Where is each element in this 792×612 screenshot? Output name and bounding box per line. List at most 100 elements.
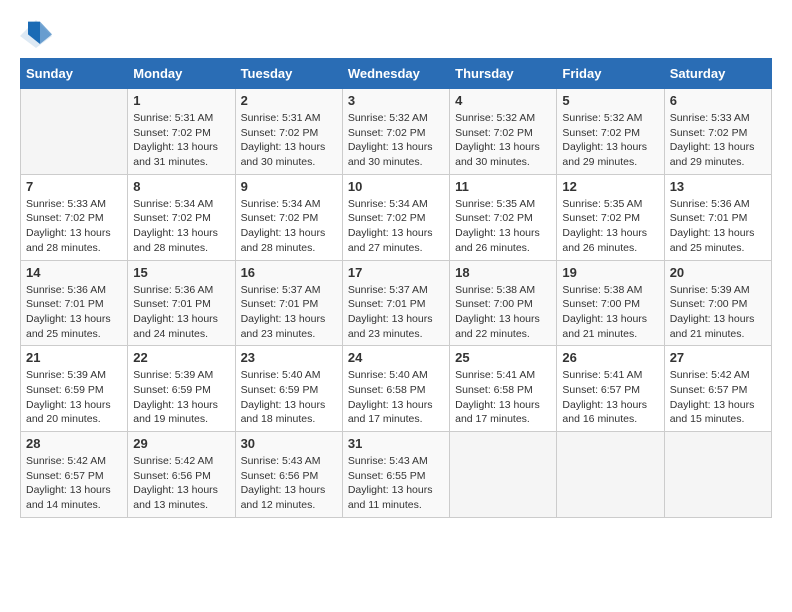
cell-content: Sunrise: 5:42 AM Sunset: 6:57 PM Dayligh…: [670, 368, 766, 427]
cell-content: Sunrise: 5:39 AM Sunset: 6:59 PM Dayligh…: [26, 368, 122, 427]
logo-icon: [20, 20, 52, 48]
calendar-cell: 15 Sunrise: 5:36 AM Sunset: 7:01 PM Dayli…: [128, 260, 235, 346]
logo: [20, 20, 58, 48]
day-number: 1: [133, 93, 229, 108]
calendar-cell: 28 Sunrise: 5:42 AM Sunset: 6:57 PM Dayli…: [21, 432, 128, 518]
calendar-cell: 3 Sunrise: 5:32 AM Sunset: 7:02 PM Daylig…: [342, 89, 449, 175]
calendar-cell: 7Sunrise: 5:33 AM Sunset: 7:02 PM Daylig…: [21, 174, 128, 260]
calendar-cell: 25 Sunrise: 5:41 AM Sunset: 6:58 PM Dayli…: [450, 346, 557, 432]
calendar-cell: 26 Sunrise: 5:41 AM Sunset: 6:57 PM Dayli…: [557, 346, 664, 432]
day-number: 26: [562, 350, 658, 365]
cell-content: Sunrise: 5:32 AM Sunset: 7:02 PM Dayligh…: [455, 111, 551, 170]
day-number: 6: [670, 93, 766, 108]
cell-content: Sunrise: 5:34 AM Sunset: 7:02 PM Dayligh…: [133, 197, 229, 256]
weekday-header-wednesday: Wednesday: [342, 59, 449, 89]
cell-content: Sunrise: 5:41 AM Sunset: 6:57 PM Dayligh…: [562, 368, 658, 427]
calendar-cell: [450, 432, 557, 518]
cell-content: Sunrise: 5:37 AM Sunset: 7:01 PM Dayligh…: [348, 283, 444, 342]
calendar-cell: 12 Sunrise: 5:35 AM Sunset: 7:02 PM Dayli…: [557, 174, 664, 260]
calendar-cell: 1Sunrise: 5:31 AM Sunset: 7:02 PM Daylig…: [128, 89, 235, 175]
day-number: 4: [455, 93, 551, 108]
calendar-week-row: 1 Sunrise: 5:31 AM Sunset: 7:02 PM Daylig…: [21, 89, 772, 175]
calendar-cell: [557, 432, 664, 518]
calendar-body: 1 Sunrise: 5:31 AM Sunset: 7:02 PM Daylig…: [21, 89, 772, 518]
cell-content: Sunrise: 5:38 AM Sunset: 7:00 PM Dayligh…: [562, 283, 658, 342]
cell-content: Sunrise: 5:35 AM Sunset: 7:02 PM Dayligh…: [562, 197, 658, 256]
cell-content: Sunrise: 5:38 AM Sunset: 7:00 PM Dayligh…: [455, 283, 551, 342]
page-header: [20, 20, 772, 48]
cell-content: Sunrise: 5:36 AM Sunset: 7:01 PM Dayligh…: [133, 283, 229, 342]
calendar-cell: 29 Sunrise: 5:42 AM Sunset: 6:56 PM Dayli…: [128, 432, 235, 518]
weekday-header-sunday: Sunday: [21, 59, 128, 89]
weekday-header-monday: Monday: [128, 59, 235, 89]
day-number: 24: [348, 350, 444, 365]
calendar-cell: 19 Sunrise: 5:38 AM Sunset: 7:00 PM Dayli…: [557, 260, 664, 346]
calendar-cell: 23Sunrise: 5:40 AM Sunset: 6:59 PM Dayli…: [235, 346, 342, 432]
calendar-header: SundayMondayTuesdayWednesdayThursdayFrid…: [21, 59, 772, 89]
cell-content: Sunrise: 5:42 AM Sunset: 6:57 PM Dayligh…: [26, 454, 122, 513]
day-number: 22: [133, 350, 229, 365]
cell-content: Sunrise: 5:37 AM Sunset: 7:01 PM Dayligh…: [241, 283, 337, 342]
cell-content: Sunrise: 5:36 AM Sunset: 7:01 PM Dayligh…: [26, 283, 122, 342]
calendar-cell: 11 Sunrise: 5:35 AM Sunset: 7:02 PM Dayli…: [450, 174, 557, 260]
calendar-cell: 5 Sunrise: 5:32 AM Sunset: 7:02 PM Daylig…: [557, 89, 664, 175]
day-number: 20: [670, 265, 766, 280]
calendar-week-row: 7Sunrise: 5:33 AM Sunset: 7:02 PM Daylig…: [21, 174, 772, 260]
calendar-cell: 4 Sunrise: 5:32 AM Sunset: 7:02 PM Daylig…: [450, 89, 557, 175]
cell-content: Sunrise: 5:34 AM Sunset: 7:02 PM Dayligh…: [241, 197, 337, 256]
calendar-cell: [21, 89, 128, 175]
calendar-cell: 8 Sunrise: 5:34 AM Sunset: 7:02 PM Daylig…: [128, 174, 235, 260]
day-number: 13: [670, 179, 766, 194]
day-number: 25: [455, 350, 551, 365]
day-number: 3: [348, 93, 444, 108]
cell-content: Sunrise: 5:39 AM Sunset: 7:00 PM Dayligh…: [670, 283, 766, 342]
day-number: 29: [133, 436, 229, 451]
day-number: 19: [562, 265, 658, 280]
day-number: 28: [26, 436, 122, 451]
calendar-cell: 13 Sunrise: 5:36 AM Sunset: 7:01 PM Dayli…: [664, 174, 771, 260]
day-number: 12: [562, 179, 658, 194]
day-number: 2: [241, 93, 337, 108]
day-number: 5: [562, 93, 658, 108]
calendar-cell: [664, 432, 771, 518]
calendar-cell: 20 Sunrise: 5:39 AM Sunset: 7:00 PM Dayli…: [664, 260, 771, 346]
cell-content: Sunrise: 5:34 AM Sunset: 7:02 PM Dayligh…: [348, 197, 444, 256]
calendar-week-row: 28 Sunrise: 5:42 AM Sunset: 6:57 PM Dayli…: [21, 432, 772, 518]
day-number: 17: [348, 265, 444, 280]
day-number: 10: [348, 179, 444, 194]
calendar-week-row: 14Sunrise: 5:36 AM Sunset: 7:01 PM Dayli…: [21, 260, 772, 346]
calendar-cell: 24Sunrise: 5:40 AM Sunset: 6:58 PM Dayli…: [342, 346, 449, 432]
calendar-cell: 6 Sunrise: 5:33 AM Sunset: 7:02 PM Daylig…: [664, 89, 771, 175]
weekday-header-saturday: Saturday: [664, 59, 771, 89]
cell-content: Sunrise: 5:33 AM Sunset: 7:02 PM Dayligh…: [670, 111, 766, 170]
cell-content: Sunrise: 5:43 AM Sunset: 6:56 PM Dayligh…: [241, 454, 337, 513]
cell-content: Sunrise: 5:36 AM Sunset: 7:01 PM Dayligh…: [670, 197, 766, 256]
day-number: 7: [26, 179, 122, 194]
weekday-row: SundayMondayTuesdayWednesdayThursdayFrid…: [21, 59, 772, 89]
calendar-cell: 27 Sunrise: 5:42 AM Sunset: 6:57 PM Dayli…: [664, 346, 771, 432]
day-number: 16: [241, 265, 337, 280]
day-number: 8: [133, 179, 229, 194]
cell-content: Sunrise: 5:42 AM Sunset: 6:56 PM Dayligh…: [133, 454, 229, 513]
weekday-header-tuesday: Tuesday: [235, 59, 342, 89]
cell-content: Sunrise: 5:31 AM Sunset: 7:02 PM Dayligh…: [241, 111, 337, 170]
day-number: 9: [241, 179, 337, 194]
calendar-cell: 10 Sunrise: 5:34 AM Sunset: 7:02 PM Dayli…: [342, 174, 449, 260]
cell-content: Sunrise: 5:32 AM Sunset: 7:02 PM Dayligh…: [348, 111, 444, 170]
cell-content: Sunrise: 5:41 AM Sunset: 6:58 PM Dayligh…: [455, 368, 551, 427]
cell-content: Sunrise: 5:39 AM Sunset: 6:59 PM Dayligh…: [133, 368, 229, 427]
weekday-header-friday: Friday: [557, 59, 664, 89]
day-number: 18: [455, 265, 551, 280]
calendar-cell: 14Sunrise: 5:36 AM Sunset: 7:01 PM Dayli…: [21, 260, 128, 346]
cell-content: Sunrise: 5:43 AM Sunset: 6:55 PM Dayligh…: [348, 454, 444, 513]
cell-content: Sunrise: 5:35 AM Sunset: 7:02 PM Dayligh…: [455, 197, 551, 256]
calendar-table: SundayMondayTuesdayWednesdayThursdayFrid…: [20, 58, 772, 518]
day-number: 11: [455, 179, 551, 194]
day-number: 15: [133, 265, 229, 280]
day-number: 30: [241, 436, 337, 451]
calendar-cell: 17 Sunrise: 5:37 AM Sunset: 7:01 PM Dayli…: [342, 260, 449, 346]
cell-content: Sunrise: 5:32 AM Sunset: 7:02 PM Dayligh…: [562, 111, 658, 170]
calendar-cell: 22 Sunrise: 5:39 AM Sunset: 6:59 PM Dayli…: [128, 346, 235, 432]
calendar-cell: 31Sunrise: 5:43 AM Sunset: 6:55 PM Dayli…: [342, 432, 449, 518]
day-number: 27: [670, 350, 766, 365]
